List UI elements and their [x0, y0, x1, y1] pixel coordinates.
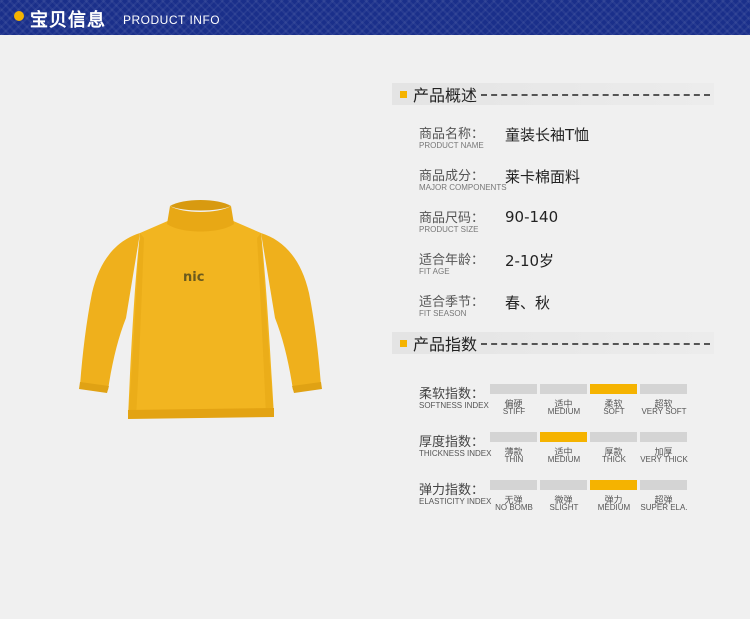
index-segment: [540, 432, 587, 442]
index-segment: [590, 480, 637, 490]
shirt-print-text: nic: [183, 270, 205, 285]
index-segment: [640, 432, 687, 442]
index-label-en: SOFTNESS INDEX: [419, 401, 489, 410]
header-title: 宝贝信息: [30, 10, 106, 31]
bullet-square-icon: [400, 339, 407, 347]
index-scale: 偏硬 STIFF 适中 MEDIUM 柔软 SOFT 超软 VERY SOFT: [490, 383, 688, 427]
info-label-en: PRODUCT NAME: [419, 141, 484, 150]
info-value: 春、秋: [505, 294, 551, 312]
header-subtitle: PRODUCT INFO: [123, 13, 221, 27]
index-segment: [490, 480, 537, 490]
info-label-en: FIT SEASON: [419, 309, 467, 318]
info-row-size: 商品尺码： PRODUCT SIZE 90-140: [419, 207, 719, 237]
info-value: 90-140: [505, 208, 559, 226]
header-banner: 宝贝信息 PRODUCT INFO: [0, 0, 750, 35]
index-segment: [490, 384, 537, 394]
index-segment: [640, 480, 687, 490]
info-label: 适合季节：: [419, 295, 485, 310]
index-segment: [640, 384, 687, 394]
index-segment: [490, 432, 537, 442]
info-label: 适合年龄：: [419, 253, 485, 268]
index-label: 弹力指数：: [419, 483, 485, 498]
index-row-softness: 柔软指数： SOFTNESS INDEX 偏硬 STIFF 适中 MEDIUM 柔软 SO…: [419, 383, 719, 427]
index-segment: [590, 384, 637, 394]
header-dot-icon: [14, 11, 24, 21]
dashed-divider: [481, 343, 710, 345]
info-row-fit-season: 适合季节： FIT SEASON 春、秋: [419, 291, 719, 321]
index-scale: 薄款 THIN 适中 MEDIUM 厚款 THICK 加厚 VERY THICK: [490, 431, 688, 475]
index-option-label-en: VERY SOFT: [641, 407, 687, 416]
index-row-thickness: 厚度指数： THICKNESS INDEX 薄款 THIN 适中 MEDIUM 厚款 TH…: [419, 431, 719, 475]
dashed-divider: [481, 94, 710, 96]
index-label-en: THICKNESS INDEX: [419, 449, 492, 458]
overview-title: 产品概述: [413, 86, 478, 105]
info-label: 商品尺码：: [419, 211, 485, 226]
info-value: 2-10岁: [505, 252, 555, 270]
info-value: 莱卡棉面料: [505, 168, 581, 186]
index-segment: [540, 480, 587, 490]
index-segment: [590, 432, 637, 442]
index-label: 厚度指数：: [419, 435, 485, 450]
info-row-product-name: 商品名称： PRODUCT NAME 童装长袖T恤: [419, 123, 719, 153]
index-segment: [540, 384, 587, 394]
index-label: 柔软指数：: [419, 387, 485, 402]
info-label-en: MAJOR COMPONENTS: [419, 183, 507, 192]
bullet-square-icon: [400, 90, 407, 98]
index-scale: 无弹 NO BOMB 微弹 SLIGHT 弹力 MEDIUM 超弹 SUPER ELA.: [490, 479, 688, 523]
info-row-fit-age: 适合年龄： FIT AGE 2-10岁: [419, 249, 719, 279]
info-label-en: PRODUCT SIZE: [419, 225, 479, 234]
indices-heading: 产品指数: [400, 331, 710, 355]
info-row-components: 商品成分： MAJOR COMPONENTS 莱卡棉面料: [419, 165, 719, 195]
indices-title: 产品指数: [413, 335, 478, 354]
info-value: 童装长袖T恤: [505, 126, 590, 144]
product-shirt-image: [79, 200, 322, 419]
index-option-label-en: VERY THICK: [640, 455, 688, 464]
index-label-en: ELASTICITY INDEX: [419, 497, 492, 506]
info-label: 商品成分：: [419, 169, 485, 184]
info-label-en: FIT AGE: [419, 267, 450, 276]
index-option-label-en: SUPER ELA.: [640, 503, 688, 512]
info-label: 商品名称：: [419, 127, 485, 142]
overview-heading: 产品概述: [400, 82, 710, 106]
index-row-elasticity: 弹力指数： ELASTICITY INDEX 无弹 NO BOMB 微弹 SLIGHT…: [419, 479, 719, 523]
